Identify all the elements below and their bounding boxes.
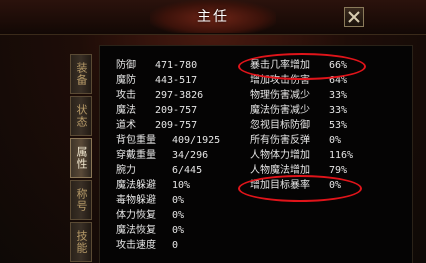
- stat-value: 471-780: [155, 60, 198, 71]
- close-button[interactable]: [344, 7, 364, 27]
- stat-row: 背包重量 409/1925: [116, 135, 220, 147]
- stat-label: 体力恢复: [116, 210, 156, 221]
- stat-label: 腕力: [116, 165, 136, 176]
- close-icon: [348, 11, 360, 23]
- stat-value: 409/1925: [172, 135, 221, 146]
- stat-value: 34/296: [172, 150, 209, 161]
- character-window: 主任 装备 状态 属性 称号 技能 防御 471-780 魔防 443-517 攻击…: [0, 0, 426, 263]
- stat-label: 道术: [116, 120, 136, 131]
- stat-row: 暴击几率增加 66%: [250, 60, 347, 72]
- stat-label: 魔法: [116, 105, 136, 116]
- stat-row: 增加攻击伤害 64%: [250, 75, 347, 87]
- stat-label: 毒物躲避: [116, 195, 156, 206]
- stat-label: 人物体力增加: [250, 150, 310, 161]
- stat-value: 10%: [172, 180, 191, 191]
- stat-label: 增加攻击伤害: [250, 75, 310, 86]
- stat-value: 443-517: [155, 75, 198, 86]
- tab-status[interactable]: 状态: [70, 96, 92, 136]
- stat-value: 0%: [329, 135, 342, 146]
- stat-label: 背包重量: [116, 135, 156, 146]
- stat-label: 魔法伤害减少: [250, 105, 310, 116]
- stat-label: 物理伤害减少: [250, 90, 310, 101]
- stat-label: 魔法躲避: [116, 180, 156, 191]
- stat-row: 毒物躲避 0%: [116, 195, 184, 207]
- stat-row: 腕力 6/445: [116, 165, 202, 177]
- stat-value: 53%: [329, 120, 348, 131]
- stat-value: 0%: [329, 180, 342, 191]
- stat-row: 穿戴重量 34/296: [116, 150, 208, 162]
- stat-value: 33%: [329, 90, 348, 101]
- stat-label: 魔防: [116, 75, 136, 86]
- stat-label: 穿戴重量: [116, 150, 156, 161]
- attributes-panel: 防御 471-780 魔防 443-517 攻击 297-3826 魔法 209-757…: [99, 45, 413, 263]
- stat-row: 魔防 443-517: [116, 75, 197, 87]
- stat-value: 0%: [172, 195, 185, 206]
- stat-label: 暴击几率增加: [250, 60, 310, 71]
- stat-value: 0%: [172, 225, 185, 236]
- stat-row: 人物魔法增加 79%: [250, 165, 347, 177]
- stat-row: 魔法 209-757: [116, 105, 197, 117]
- stat-value: 64%: [329, 75, 348, 86]
- stat-value: 0%: [172, 210, 185, 221]
- stat-row: 人物体力增加 116%: [250, 150, 353, 162]
- stat-value: 79%: [329, 165, 348, 176]
- stat-value: 297-3826: [155, 90, 204, 101]
- stat-row: 忽视目标防御 53%: [250, 120, 347, 132]
- stat-row: 魔法伤害减少 33%: [250, 105, 347, 117]
- tab-equipment[interactable]: 装备: [70, 54, 92, 94]
- stat-row: 体力恢复 0%: [116, 210, 184, 222]
- stat-value: 209-757: [155, 105, 198, 116]
- stat-row: 增加目标暴率 0%: [250, 180, 341, 192]
- stat-label: 人物魔法增加: [250, 165, 310, 176]
- title-bar: 主任: [0, 0, 426, 35]
- stat-label: 增加目标暴率: [250, 180, 310, 191]
- stat-value: 0: [172, 240, 179, 251]
- stat-label: 忽视目标防御: [250, 120, 310, 131]
- tab-attributes[interactable]: 属性: [70, 138, 92, 178]
- stat-label: 所有伤害反弹: [250, 135, 310, 146]
- stat-value: 116%: [329, 150, 354, 161]
- stat-value: 66%: [329, 60, 348, 71]
- stat-value: 6/445: [172, 165, 203, 176]
- stat-value: 209-757: [155, 120, 198, 131]
- stat-row: 魔法躲避 10%: [116, 180, 190, 192]
- stat-row: 魔法恢复 0%: [116, 225, 184, 237]
- stat-label: 魔法恢复: [116, 225, 156, 236]
- stat-row: 攻击 297-3826: [116, 90, 203, 102]
- stat-row: 道术 209-757: [116, 120, 197, 132]
- stat-row: 所有伤害反弹 0%: [250, 135, 341, 147]
- stat-label: 攻击速度: [116, 240, 156, 251]
- stat-row: 攻击速度 0: [116, 240, 178, 252]
- stat-label: 防御: [116, 60, 136, 71]
- stat-value: 33%: [329, 105, 348, 116]
- stat-row: 物理伤害减少 33%: [250, 90, 347, 102]
- stat-label: 攻击: [116, 90, 136, 101]
- stat-row: 防御 471-780: [116, 60, 197, 72]
- tab-skills[interactable]: 技能: [70, 222, 92, 262]
- tab-titles[interactable]: 称号: [70, 180, 92, 220]
